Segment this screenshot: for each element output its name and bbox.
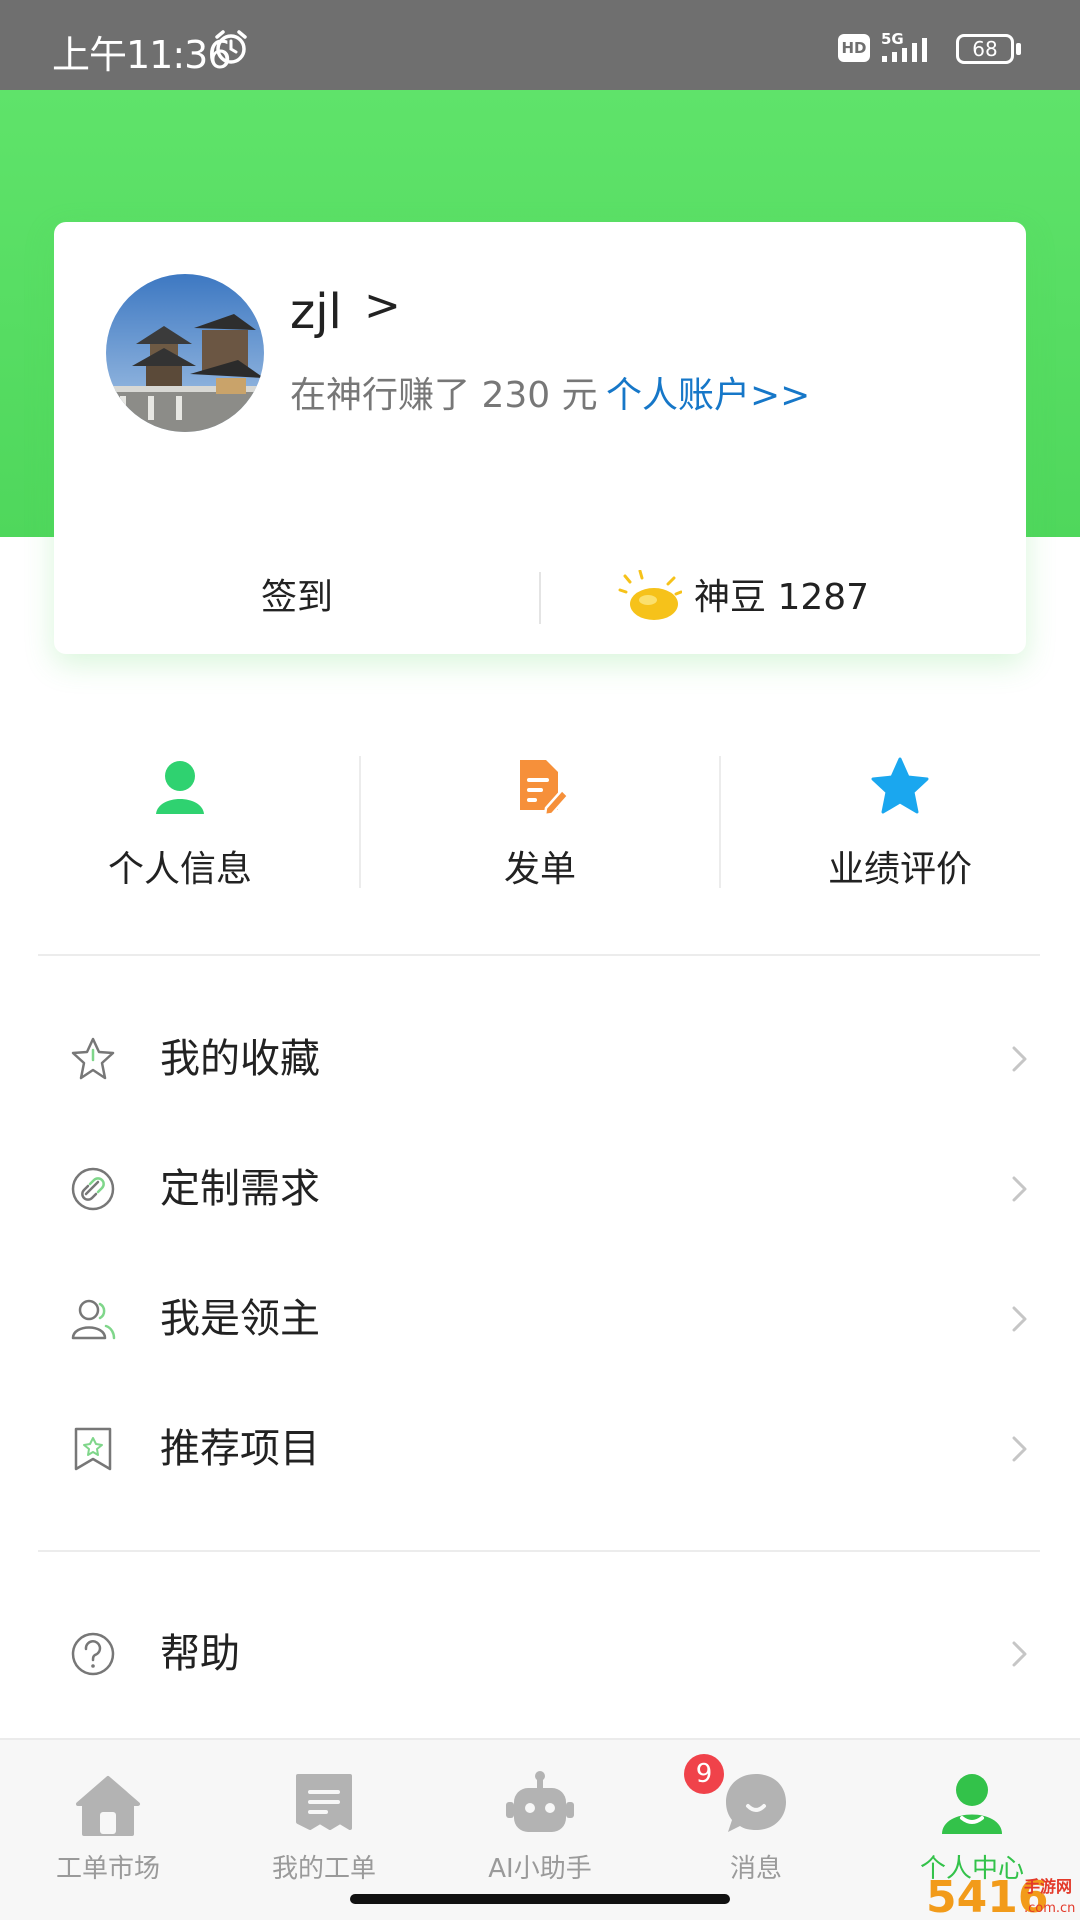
divider [38,1550,1040,1552]
message-badge: 9 [684,1754,724,1794]
menu-item-help[interactable]: 帮助 [0,1589,1080,1719]
link-icon [71,1167,115,1211]
person-icon [156,761,204,814]
menu-label-lord: 我是领主 [160,1296,320,1342]
bottom-tab-bar: 工单市场 我的工单 AI小助手 消息 个人中心 [0,1738,1080,1920]
card-actions: 签到 神豆 1287 [54,542,1026,654]
profile-icon [942,1774,1002,1834]
divider [38,954,1040,956]
profile-card: zjl > 在神行赚了 230 元 个人账户>> 签到 神豆 1287 [54,222,1026,654]
tab-ai-assistant[interactable]: AI小助手 [432,1740,648,1890]
quick-item-performance[interactable]: 业绩评价 [720,744,1080,894]
svg-text:手游网: 手游网 [1024,1877,1072,1896]
help-icon [71,1632,115,1676]
quick-label-performance: 业绩评价 [827,849,972,890]
chevron-right-icon [1012,1641,1027,1667]
alarm-icon [215,30,247,64]
tab-label-my-orders: 我的工单 [271,1854,376,1884]
status-time: 上午11:36 [52,33,232,77]
menu-label-recommended: 推荐项目 [160,1426,320,1472]
menu-label-custom-request: 定制需求 [160,1166,320,1212]
quick-actions: 个人信息 发单 业绩评价 [0,744,1080,894]
hd-icon: HD [838,34,870,62]
ticket-icon [296,1774,352,1830]
tab-label-work-market: 工单市场 [55,1854,160,1884]
home-indicator[interactable] [350,1894,730,1904]
earnings-text: 在神行赚了 230 元 [290,375,598,416]
profile-chevron[interactable]: > [364,280,401,331]
beans-count: 神豆 1287 [694,577,870,618]
battery-tip [1016,43,1021,55]
users-icon [71,1299,116,1340]
watermark-logo: 5416 手游网 .com.cn [926,1872,1075,1920]
home-icon [76,1776,140,1836]
status-bar: 上午11:36 HD 5G 68 [0,0,1080,90]
menu-label-favorites: 我的收藏 [160,1036,320,1082]
battery-level: 68 [972,37,998,61]
menu-label-help: 帮助 [160,1631,240,1677]
tab-my-orders[interactable]: 我的工单 [216,1740,432,1890]
quick-item-post-order[interactable]: 发单 [360,744,720,894]
tab-label-messages: 消息 [729,1854,782,1884]
tab-label-ai-assistant: AI小助手 [488,1854,592,1884]
bean-icon [618,570,682,620]
quick-label-personal-info: 个人信息 [107,849,252,890]
edit-document-icon [520,760,570,816]
robot-icon [506,1771,574,1832]
menu-item-recommended[interactable]: 推荐项目 [0,1384,1080,1514]
chevron-right-icon [1012,1306,1027,1332]
menu-item-custom-request[interactable]: 定制需求 [0,1124,1080,1254]
avatar[interactable] [106,274,264,432]
account-link[interactable]: 个人账户>> [606,366,810,418]
menu-item-favorites[interactable]: 我的收藏 [0,994,1080,1124]
beans-button[interactable]: 神豆 1287 [540,542,1026,654]
avatar-image [106,274,264,432]
chevron-right-icon [1012,1176,1027,1202]
username[interactable]: zjl [290,284,342,340]
chat-icon [726,1774,786,1832]
quick-label-post-order: 发单 [503,849,576,890]
star-outline-icon [71,1037,115,1080]
chevron-right-icon [1012,1046,1027,1072]
svg-text:.com.cn: .com.cn [1024,1901,1075,1916]
star-icon [871,757,929,814]
tab-work-market[interactable]: 工单市场 [0,1740,216,1890]
sign-in-button[interactable]: 签到 [54,542,540,654]
quick-item-personal-info[interactable]: 个人信息 [0,744,360,894]
signal-icon [882,38,927,62]
battery-icon: 68 [956,34,1014,64]
tab-messages[interactable]: 消息 [648,1740,864,1890]
menu-item-lord[interactable]: 我是领主 [0,1254,1080,1384]
chevron-right-icon [1012,1436,1027,1462]
bookmark-icon [74,1427,112,1471]
